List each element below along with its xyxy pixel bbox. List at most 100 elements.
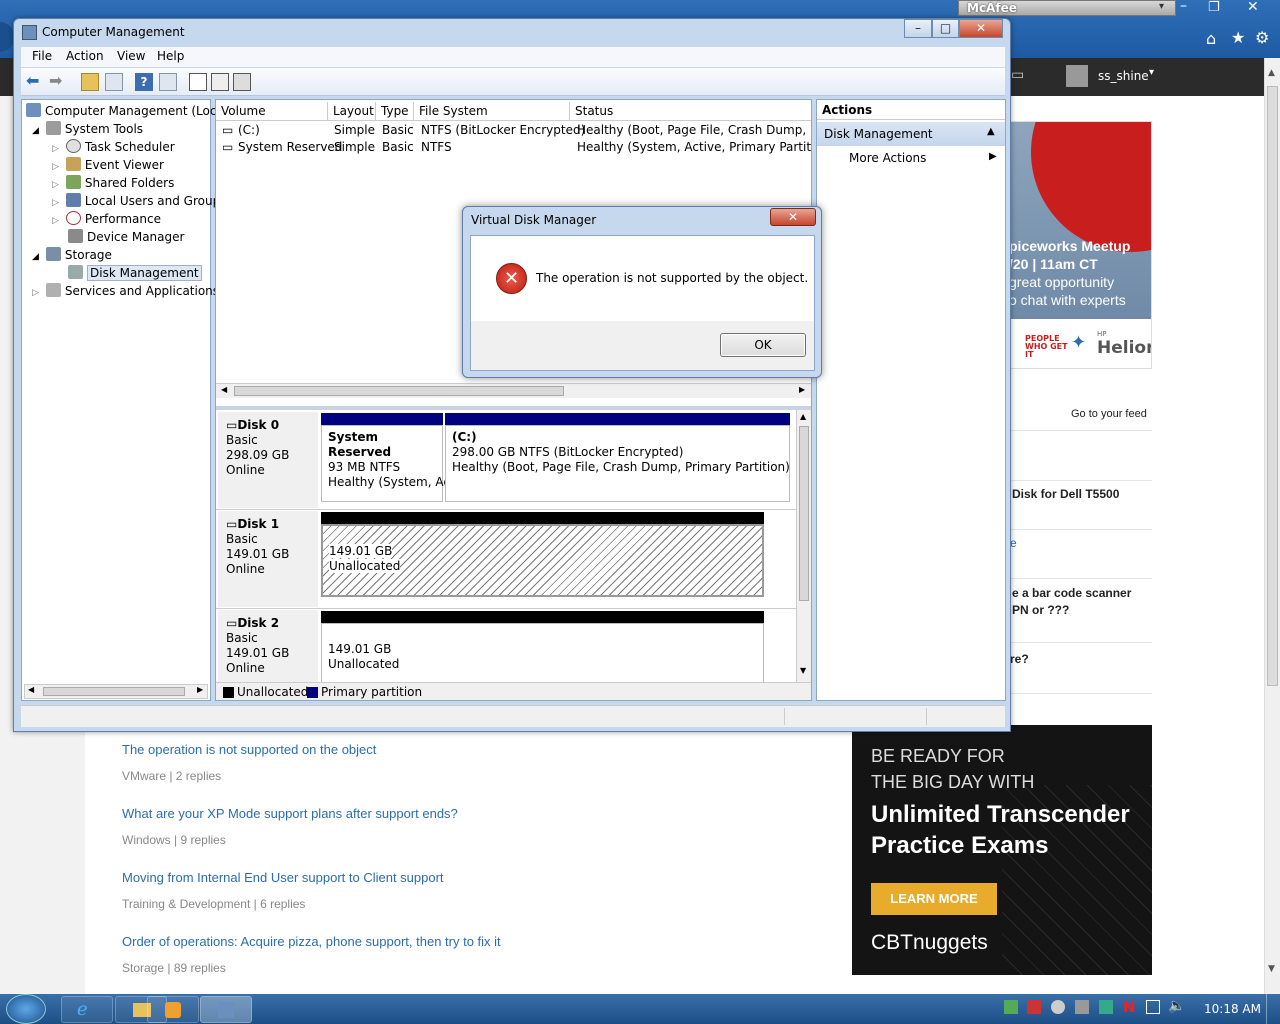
scroll-left-icon[interactable]: ◀ xyxy=(221,385,227,394)
restore-icon[interactable]: ❐ xyxy=(1208,0,1220,15)
clock[interactable]: 10:18 AM xyxy=(1204,1002,1261,1016)
taskbar-media-player[interactable] xyxy=(147,996,199,1023)
show-hide-tree-icon[interactable] xyxy=(105,73,123,91)
forward-arrow-icon[interactable]: ➡ xyxy=(49,73,67,91)
discussion-title[interactable]: Moving from Internal End User support to… xyxy=(122,870,501,885)
scroll-down-icon[interactable]: ▼ xyxy=(800,666,806,675)
scroll-thumb[interactable] xyxy=(799,426,809,601)
tree-item-system-tools[interactable]: ◢ System Tools xyxy=(32,121,143,136)
expand-icon[interactable]: ▷ xyxy=(32,288,39,298)
collapse-icon[interactable]: ▲ xyxy=(987,126,995,137)
scroll-left-icon[interactable]: ◀ xyxy=(28,685,34,694)
expand-icon[interactable]: ▷ xyxy=(52,144,59,154)
tree-hscrollbar[interactable]: ◀ ▶ xyxy=(24,684,208,699)
home-icon[interactable]: ⌂ xyxy=(1206,29,1216,48)
disk-icon[interactable] xyxy=(233,73,251,91)
refresh-icon[interactable] xyxy=(189,73,207,91)
minimize-button[interactable]: – xyxy=(904,19,932,38)
shield-icon[interactable] xyxy=(1027,1000,1041,1014)
menu-file[interactable]: File xyxy=(32,49,52,63)
partition-system-reserved[interactable]: System Reserved 93 MB NTFS Healthy (Syst… xyxy=(321,425,455,502)
tree-item-local-users[interactable]: ▷ Local Users and Groups xyxy=(52,193,226,208)
tree-item-device-manager[interactable]: Device Manager xyxy=(68,229,184,244)
tray-icon[interactable] xyxy=(1004,1000,1018,1014)
disk-2-header[interactable]: ▭Disk 2 Basic 149.01 GB Online xyxy=(218,610,318,682)
sidebar-item[interactable]: e xyxy=(1010,536,1017,550)
feed-link[interactable]: Go to your feed xyxy=(1071,408,1147,420)
tree-item-shared-folders[interactable]: ▷ Shared Folders xyxy=(52,175,174,190)
sidebar-item[interactable]: PN or ??? xyxy=(1012,603,1069,617)
volume-hscrollbar[interactable]: ◀ ▶ xyxy=(216,383,811,398)
tree-item-services[interactable]: ▷ Services and Applications xyxy=(32,283,219,298)
dialog-close-button[interactable]: ✕ xyxy=(770,208,816,226)
avatar[interactable] xyxy=(1066,65,1088,87)
learn-more-button[interactable]: LEARN MORE xyxy=(871,883,997,915)
network-icon[interactable] xyxy=(1146,1000,1160,1014)
tray-icon[interactable] xyxy=(1075,1000,1089,1014)
discussion-title[interactable]: What are your XP Mode support plans afte… xyxy=(122,806,501,821)
minimize-icon[interactable]: – xyxy=(1180,0,1187,14)
scroll-up-icon[interactable]: ▲ xyxy=(1268,68,1275,78)
scroll-thumb[interactable] xyxy=(234,386,564,396)
disk-0-header[interactable]: ▭Disk 0 Basic 298.09 GB Online xyxy=(218,412,318,508)
star-icon[interactable]: ★ xyxy=(1231,28,1245,47)
tree-item-storage[interactable]: ◢ Storage xyxy=(32,247,112,262)
speaker-icon[interactable]: 🔈 xyxy=(1168,998,1185,1014)
menu-help[interactable]: Help xyxy=(157,49,184,63)
column-header-volume[interactable]: Volume xyxy=(216,102,328,120)
chevron-down-icon[interactable]: ▾ xyxy=(1159,1,1164,12)
collapse-icon[interactable]: ◢ xyxy=(32,126,39,136)
tray-icon[interactable] xyxy=(1051,1000,1065,1014)
expand-icon[interactable]: ▷ xyxy=(52,216,59,226)
tree-item-task-scheduler[interactable]: ▷ Task Scheduler xyxy=(52,139,175,154)
expand-icon[interactable]: ▷ xyxy=(52,162,59,172)
back-arrow-icon[interactable]: ⬅ xyxy=(26,73,44,91)
more-actions-item[interactable]: More Actions ▶ xyxy=(817,149,1005,169)
disk-1-header[interactable]: ▭Disk 1 Basic 149.01 GB Online xyxy=(218,511,318,607)
column-header-status[interactable]: Status xyxy=(570,102,811,120)
column-header-type[interactable]: Type xyxy=(376,102,414,120)
show-desktop-button[interactable] xyxy=(1266,994,1280,1024)
partition-unallocated[interactable]: 149.01 GB Unallocated xyxy=(321,524,764,597)
menu-view[interactable]: View xyxy=(117,49,145,63)
show-action-pane-icon[interactable] xyxy=(159,73,177,91)
help-icon[interactable]: ? xyxy=(135,73,153,91)
tree-item-disk-management[interactable]: Disk Management xyxy=(68,265,202,281)
mcafee-toolbar[interactable]: McAfee ▾ xyxy=(958,0,1176,16)
expand-icon[interactable]: ▷ xyxy=(52,180,59,190)
scroll-right-icon[interactable]: ▶ xyxy=(799,385,805,394)
properties-icon[interactable] xyxy=(211,73,229,91)
back-icon[interactable] xyxy=(0,22,14,52)
scroll-thumb[interactable] xyxy=(43,687,185,696)
scroll-up-icon[interactable]: ▲ xyxy=(800,412,806,421)
sidebar-item[interactable]: e a bar code scanner xyxy=(1012,586,1131,600)
collapse-icon[interactable]: ◢ xyxy=(32,252,39,262)
gear-icon[interactable]: ⚙ xyxy=(1255,28,1269,47)
sidebar-item[interactable]: re? xyxy=(1010,652,1029,666)
close-icon[interactable]: ✕ xyxy=(1247,0,1259,15)
maximize-button[interactable]: □ xyxy=(932,19,959,38)
netflix-icon[interactable]: N xyxy=(1123,998,1136,1016)
menu-action[interactable]: Action xyxy=(66,49,104,63)
table-row[interactable]: ▭ (C:) Simple Basic NTFS (BitLocker Encr… xyxy=(216,123,811,140)
start-button[interactable] xyxy=(6,994,46,1024)
browser-scrollbar[interactable]: ▲ ▼ xyxy=(1264,58,1280,994)
tree-item-performance[interactable]: ▷ Performance xyxy=(52,211,161,226)
tray-icon[interactable] xyxy=(1099,1000,1113,1014)
scroll-thumb[interactable] xyxy=(1267,86,1278,686)
up-folder-icon[interactable] xyxy=(81,73,99,91)
cbt-nuggets-ad[interactable]: BE READY FOR THE BIG DAY WITH Unlimited … xyxy=(852,725,1152,975)
table-row[interactable]: ▭ System Reserved Simple Basic NTFS Heal… xyxy=(216,140,811,157)
column-header-layout[interactable]: Layout xyxy=(328,102,376,120)
spiceworks-ad[interactable]: piceworks Meetup /20 | 11am CT great opp… xyxy=(1010,121,1152,369)
taskbar-computer-management[interactable] xyxy=(200,996,252,1023)
scroll-down-icon[interactable]: ▼ xyxy=(1268,964,1275,974)
partition-unallocated[interactable]: 149.01 GB Unallocated xyxy=(321,623,764,682)
tree-item-event-viewer[interactable]: ▷ Event Viewer xyxy=(52,157,164,172)
scroll-right-icon[interactable]: ▶ xyxy=(197,685,203,694)
close-button[interactable]: ✕ xyxy=(959,19,1003,38)
window-titlebar[interactable]: Computer Management – □ ✕ xyxy=(14,19,1010,47)
graphical-vscrollbar[interactable]: ▲ ▼ xyxy=(796,410,811,682)
sidebar-item[interactable]: Disk for Dell T5500 xyxy=(1012,487,1119,501)
chevron-down-icon[interactable]: ▾ xyxy=(1149,67,1154,78)
